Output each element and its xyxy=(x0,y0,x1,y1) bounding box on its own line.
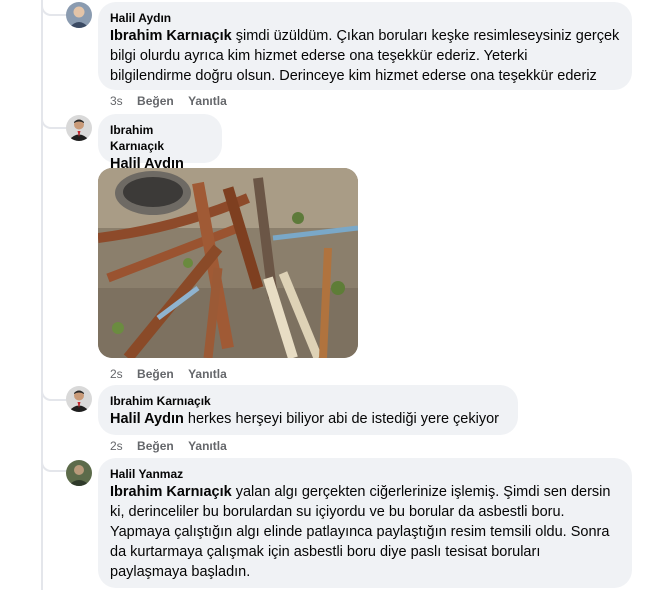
comment-line: şimdi üzüldüm. Çıkan boruları keşke resi… xyxy=(231,28,620,44)
avatar[interactable] xyxy=(66,386,92,412)
comment-line: bilgi olurdu ayrıca kim hizmet ederse on… xyxy=(110,48,528,64)
comment-author[interactable]: Halil Yanmaz xyxy=(110,466,620,482)
comment-bubble: Halil Aydın Ibrahim Karnıaçık şimdi üzül… xyxy=(98,2,632,90)
comment-author[interactable]: Halil Aydın xyxy=(110,10,620,26)
like-button[interactable]: Beğen xyxy=(137,367,174,381)
thread-branch xyxy=(41,113,67,129)
avatar[interactable] xyxy=(66,115,92,141)
like-button[interactable]: Beğen xyxy=(137,94,174,108)
comment-photo[interactable] xyxy=(98,168,358,358)
comment-line: herkes herşeyi biliyor abi de istediği y… xyxy=(183,411,499,427)
comment-line: bilgilendirme doğru olsun. Derinceye kim… xyxy=(110,68,597,84)
reply-button[interactable]: Yanıtla xyxy=(188,439,227,453)
mention-link[interactable]: Halil Aydın xyxy=(110,411,184,427)
comment-line: yalan algı gerçekten ciğerlerinize işlem… xyxy=(231,484,611,500)
comment-bubble: Ibrahim Karnıaçık Halil Aydın herkes her… xyxy=(98,385,518,435)
comment-text: Ibrahim Karnıaçık yalan algı gerçekten c… xyxy=(110,482,620,582)
thread-branch xyxy=(41,456,67,472)
reply-button[interactable]: Yanıtla xyxy=(188,367,227,381)
reply-button[interactable]: Yanıtla xyxy=(188,94,227,108)
avatar[interactable] xyxy=(66,2,92,28)
mention-link[interactable]: Ibrahim Karnıaçık xyxy=(110,484,232,500)
comment-text: Ibrahim Karnıaçık şimdi üzüldüm. Çıkan b… xyxy=(110,26,620,86)
avatar[interactable] xyxy=(66,460,92,486)
comment-line: Yapmaya çalıştığın algı elinde patlayınc… xyxy=(110,524,610,540)
comment-actions: 2s Beğen Yanıtla xyxy=(110,438,238,454)
timestamp[interactable]: 2s xyxy=(110,367,123,381)
thread-branch xyxy=(41,385,67,401)
thread-line xyxy=(41,0,43,590)
comment-text: Halil Aydın herkes herşeyi biliyor abi d… xyxy=(110,409,506,429)
comment-actions: 3s Beğen Yanıtla xyxy=(110,93,238,109)
comment-actions: 2s Beğen Yanıtla xyxy=(110,366,238,382)
timestamp[interactable]: 2s xyxy=(110,439,123,453)
thread-branch xyxy=(41,0,67,16)
comment-bubble: Halil Yanmaz Ibrahim Karnıaçık yalan alg… xyxy=(98,458,632,588)
comment-author[interactable]: Ibrahim Karnıaçık xyxy=(110,122,210,154)
comment-line: da kurtarmaya çalışmak için asbestli bor… xyxy=(110,544,541,560)
timestamp[interactable]: 3s xyxy=(110,94,123,108)
mention-link[interactable]: Ibrahim Karnıaçık xyxy=(110,28,232,44)
comment-line: paylaşmaya başladın. xyxy=(110,564,251,580)
comment-bubble: Ibrahim Karnıaçık Halil Aydın xyxy=(98,114,222,172)
like-button[interactable]: Beğen xyxy=(137,439,174,453)
comment-author[interactable]: Ibrahim Karnıaçık xyxy=(110,393,506,409)
comment-line: ki, derinceliler bu borulardan su içiyor… xyxy=(110,504,565,520)
